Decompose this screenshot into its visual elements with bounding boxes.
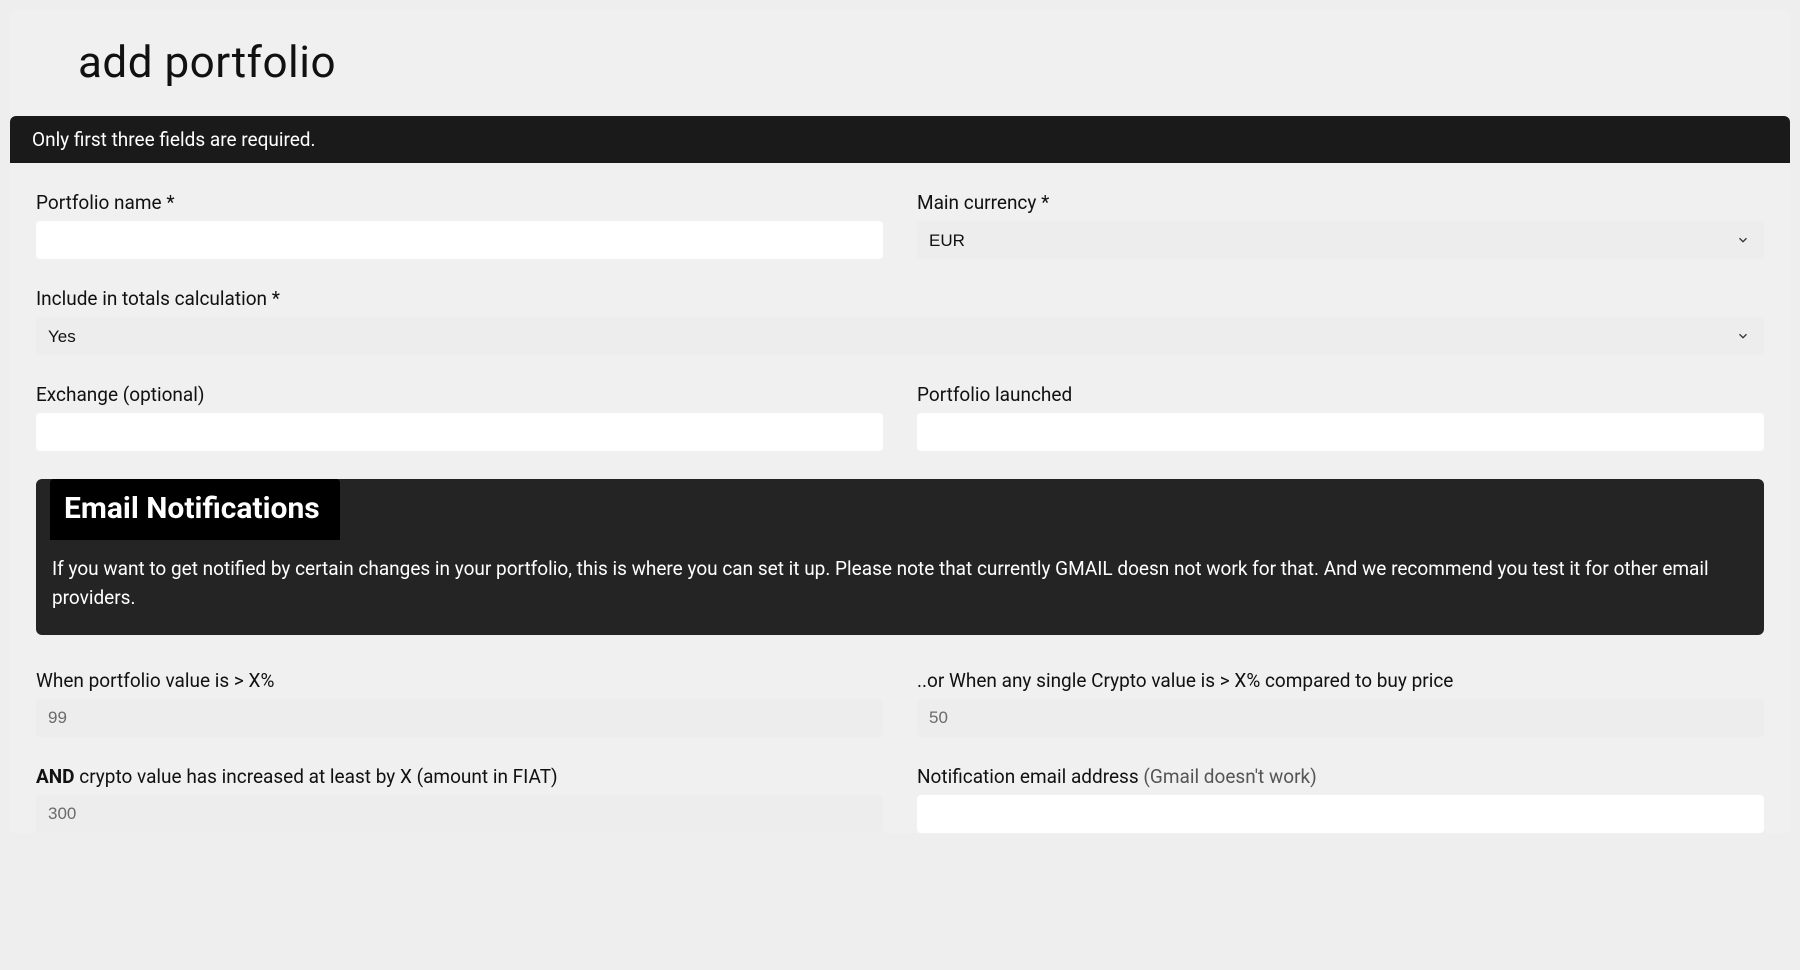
portfolio-value-gt-input[interactable] [36, 699, 883, 737]
main-currency-label: Main currency * [917, 191, 1764, 214]
and-increase-input[interactable] [36, 795, 883, 833]
portfolio-value-gt-label: When portfolio value is > X% [36, 669, 883, 692]
and-increase-label-prefix: AND [36, 765, 75, 788]
portfolio-name-input[interactable] [36, 221, 883, 259]
page-title: add portfolio [78, 36, 1790, 88]
include-totals-select[interactable]: Yes [36, 317, 1764, 355]
main-currency-select[interactable]: EUR [917, 221, 1764, 259]
exchange-label: Exchange (optional) [36, 383, 883, 406]
required-fields-notice: Only first three fields are required. [10, 116, 1790, 163]
notification-email-label: Notification email address (Gmail doesn'… [917, 765, 1764, 788]
single-crypto-gt-label: ..or When any single Crypto value is > X… [917, 669, 1764, 692]
email-notifications-description: If you want to get notified by certain c… [50, 540, 1750, 613]
exchange-input[interactable] [36, 413, 883, 451]
notification-email-input[interactable] [917, 795, 1764, 833]
notification-email-label-main: Notification email address [917, 765, 1143, 788]
single-crypto-gt-input[interactable] [917, 699, 1764, 737]
email-notifications-heading: Email Notifications [50, 479, 340, 540]
email-notifications-panel: Email Notifications If you want to get n… [36, 479, 1764, 635]
and-increase-label-rest: crypto value has increased at least by X… [75, 765, 558, 788]
and-increase-label: AND crypto value has increased at least … [36, 765, 883, 788]
notification-email-label-hint: (Gmail doesn't work) [1143, 765, 1316, 788]
portfolio-name-label: Portfolio name * [36, 191, 883, 214]
include-totals-label: Include in totals calculation * [36, 287, 1764, 310]
portfolio-launched-input[interactable] [917, 413, 1764, 451]
portfolio-launched-label: Portfolio launched [917, 383, 1764, 406]
